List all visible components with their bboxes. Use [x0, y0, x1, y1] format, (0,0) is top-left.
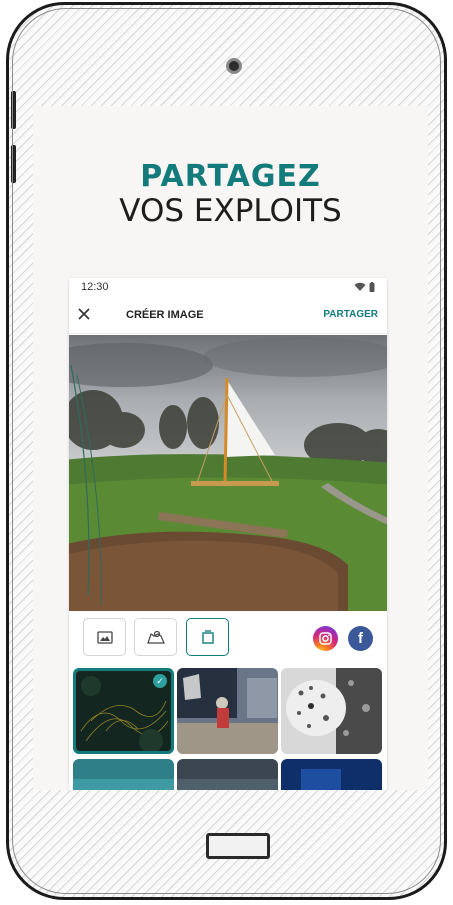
facebook-button[interactable]: f [348, 626, 373, 651]
template-thumbnail[interactable] [177, 668, 278, 754]
template-graffiti-image [177, 668, 278, 754]
template-thumbnail[interactable] [73, 759, 174, 790]
share-button[interactable]: PARTAGER [323, 309, 378, 320]
template-thumbnail[interactable] [281, 759, 382, 790]
instagram-button[interactable] [313, 626, 338, 651]
instagram-icon [319, 632, 332, 645]
template-snow-leopard-image [281, 668, 382, 754]
battery-icon [369, 282, 375, 292]
headline-line-1: PARTAGEZ [140, 159, 321, 194]
screen-title: CRÉER IMAGE [126, 308, 204, 321]
selected-check-icon: ✓ [153, 674, 167, 688]
status-time: 12:30 [81, 281, 109, 293]
image-actions: f [69, 618, 387, 658]
template-thumbnail[interactable]: ✓ [73, 668, 174, 754]
frame-icon [201, 630, 214, 644]
map-tool-button[interactable] [134, 618, 177, 656]
status-bar: 12:30 [69, 278, 387, 296]
headline-line-2: VOS EXPLOITS [119, 193, 342, 229]
close-button[interactable] [78, 305, 108, 325]
app-screenshot: 12:30 CRÉER IMAGE PARTAGER f ✓ [69, 278, 387, 790]
headline: PARTAGEZ VOS EXPLOITS [33, 162, 428, 227]
facebook-icon: f [358, 630, 363, 647]
frame-tool-button[interactable] [186, 618, 229, 656]
template-thumbnail[interactable] [177, 759, 278, 790]
home-button[interactable] [206, 833, 270, 859]
template-blue-image [281, 759, 382, 790]
photo-tool-button[interactable] [83, 618, 126, 656]
wifi-icon [354, 282, 366, 291]
preview-photo[interactable] [69, 335, 387, 611]
phone-screen: PARTAGEZ VOS EXPLOITS 12:30 CRÉER IMAGE … [33, 106, 428, 790]
close-icon [78, 307, 90, 320]
template-teal-image [73, 759, 174, 790]
template-dark-image [177, 759, 278, 790]
volume-up-button [11, 91, 16, 129]
front-camera [226, 58, 242, 74]
app-toolbar: CRÉER IMAGE PARTAGER [69, 296, 387, 334]
template-thumbnail[interactable] [281, 668, 382, 754]
image-icon [96, 630, 113, 644]
volume-down-button [11, 145, 16, 183]
map-pin-icon [146, 630, 165, 644]
